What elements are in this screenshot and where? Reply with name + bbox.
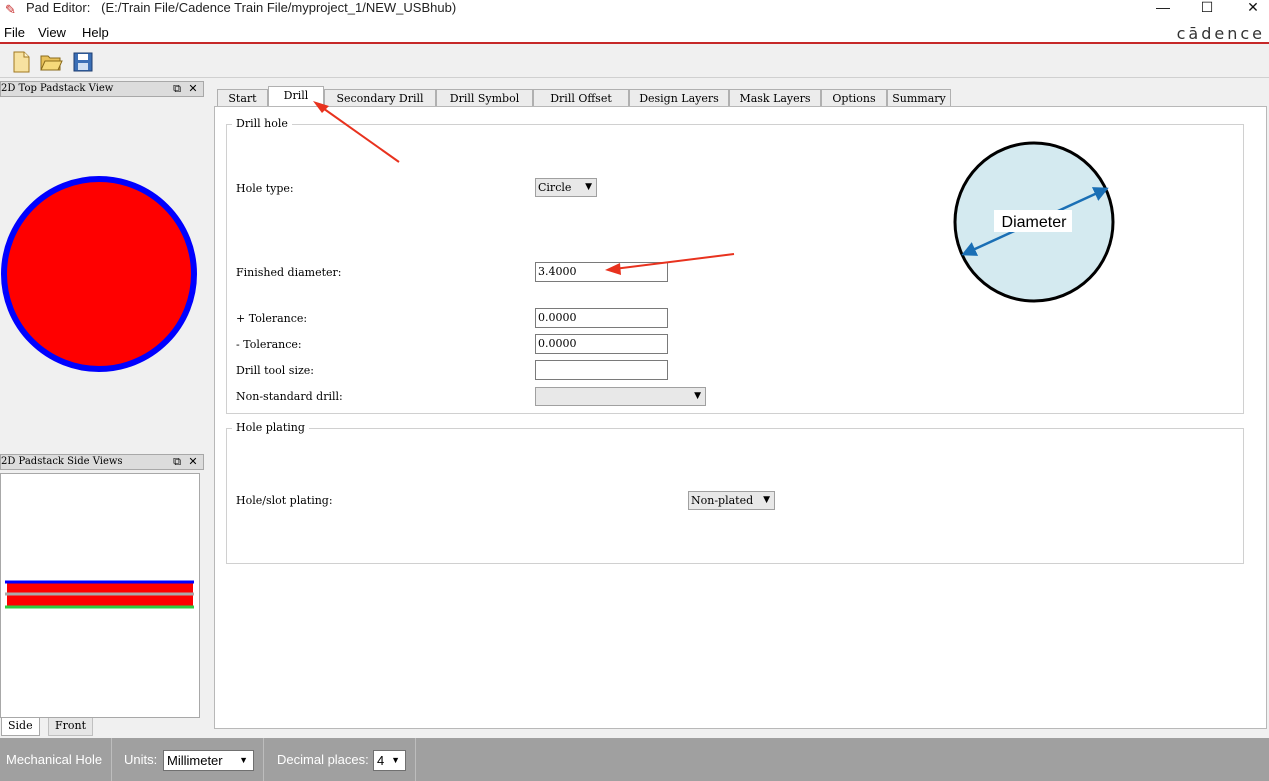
side-view-header: 2D Padstack Side Views ⧉ ✕ [0,454,204,470]
pad-circle [1,176,197,372]
tab-options[interactable]: Options [821,89,887,107]
menu-view[interactable]: View [38,25,66,40]
diameter-diagram: Diameter [953,141,1115,303]
finished-diameter-label: Finished diameter: [236,266,342,279]
close-panel-icon[interactable]: ✕ [187,455,199,469]
float-icon[interactable]: ⧉ [171,455,183,469]
drill-hole-title: Drill hole [232,117,292,130]
menu-bar: File View Help cādence [0,22,1269,44]
maximize-icon[interactable]: ☐ [1184,0,1230,22]
chevron-down-icon: ▼ [585,182,592,192]
tab-side[interactable]: Side [1,718,40,736]
diameter-label: Diameter [1002,214,1068,231]
tab-drill-offset[interactable]: Drill Offset [533,89,629,107]
tab-start[interactable]: Start [217,89,268,107]
app-icon: ✎ [5,2,16,17]
top-view-header: 2D Top Padstack View ⧉ ✕ [0,81,204,97]
non-standard-drill-select[interactable]: ▼ [535,387,706,406]
drill-tool-size-field[interactable] [535,360,668,380]
status-bar: Mechanical Hole Units: Millimeter ▼ Decim… [0,738,1269,781]
minimize-icon[interactable]: — [1140,0,1186,22]
chevron-down-icon: ▼ [239,755,248,765]
window-title: Pad Editor: (E:/Train File/Cadence Train… [26,0,457,15]
chevron-down-icon: ▼ [391,755,400,765]
hole-type-label: Hole type: [236,182,294,195]
finished-diameter-field[interactable]: 3.4000 [535,262,668,282]
plus-tolerance-label: + Tolerance: [236,312,308,325]
top-padstack-view [0,97,202,452]
status-divider [111,738,112,781]
title-bar: ✎ Pad Editor: (E:/Train File/Cadence Tra… [0,0,1269,22]
toolbar [0,46,1269,78]
units-select[interactable]: Millimeter ▼ [163,750,254,771]
pad-top-drawing [1,176,197,372]
tab-drill-symbol[interactable]: Drill Symbol [436,89,533,107]
float-icon[interactable]: ⧉ [171,82,183,96]
new-file-icon[interactable] [9,50,33,74]
chevron-down-icon: ▼ [694,391,701,401]
hole-type-select[interactable]: Circle ▼ [535,178,597,197]
tab-summary[interactable]: Summary [887,89,951,107]
minus-tolerance-field[interactable]: 0.0000 [535,334,668,354]
plus-tolerance-field[interactable]: 0.0000 [535,308,668,328]
non-standard-drill-label: Non-standard drill: [236,390,343,403]
status-divider [263,738,264,781]
open-folder-icon[interactable] [39,50,63,74]
cadence-logo: cādence [1176,24,1265,43]
menu-help[interactable]: Help [82,25,109,40]
close-icon[interactable]: ✕ [1230,0,1269,22]
hole-plating-title: Hole plating [232,421,309,434]
tab-mask-layers[interactable]: Mask Layers [729,89,821,107]
units-label: Units: [124,752,158,767]
tab-drill[interactable]: Drill [268,86,324,107]
tab-front[interactable]: Front [48,718,94,736]
tab-design-layers[interactable]: Design Layers [629,89,729,107]
minus-tolerance-label: - Tolerance: [236,338,302,351]
close-panel-icon[interactable]: ✕ [187,82,199,96]
hole-plating-label: Hole/slot plating: [236,494,333,507]
pad-side-drawing [5,580,194,609]
decimal-places-select[interactable]: 4 ▼ [373,750,406,771]
menu-file[interactable]: File [4,25,25,40]
top-view-title: 2D Top Padstack View [1,83,114,94]
hole-plating-select[interactable]: Non-plated ▼ [688,491,775,510]
side-view-tabs: Side Front [0,718,204,736]
decimal-places-label: Decimal places: [277,752,369,767]
drill-tool-size-label: Drill tool size: [236,364,314,377]
chevron-down-icon: ▼ [763,495,770,505]
side-padstack-view [0,473,200,718]
save-icon[interactable] [71,50,95,74]
status-divider [415,738,416,781]
status-mode: Mechanical Hole [6,752,103,767]
tab-secondary-drill[interactable]: Secondary Drill [324,89,436,107]
side-view-title: 2D Padstack Side Views [1,456,123,467]
